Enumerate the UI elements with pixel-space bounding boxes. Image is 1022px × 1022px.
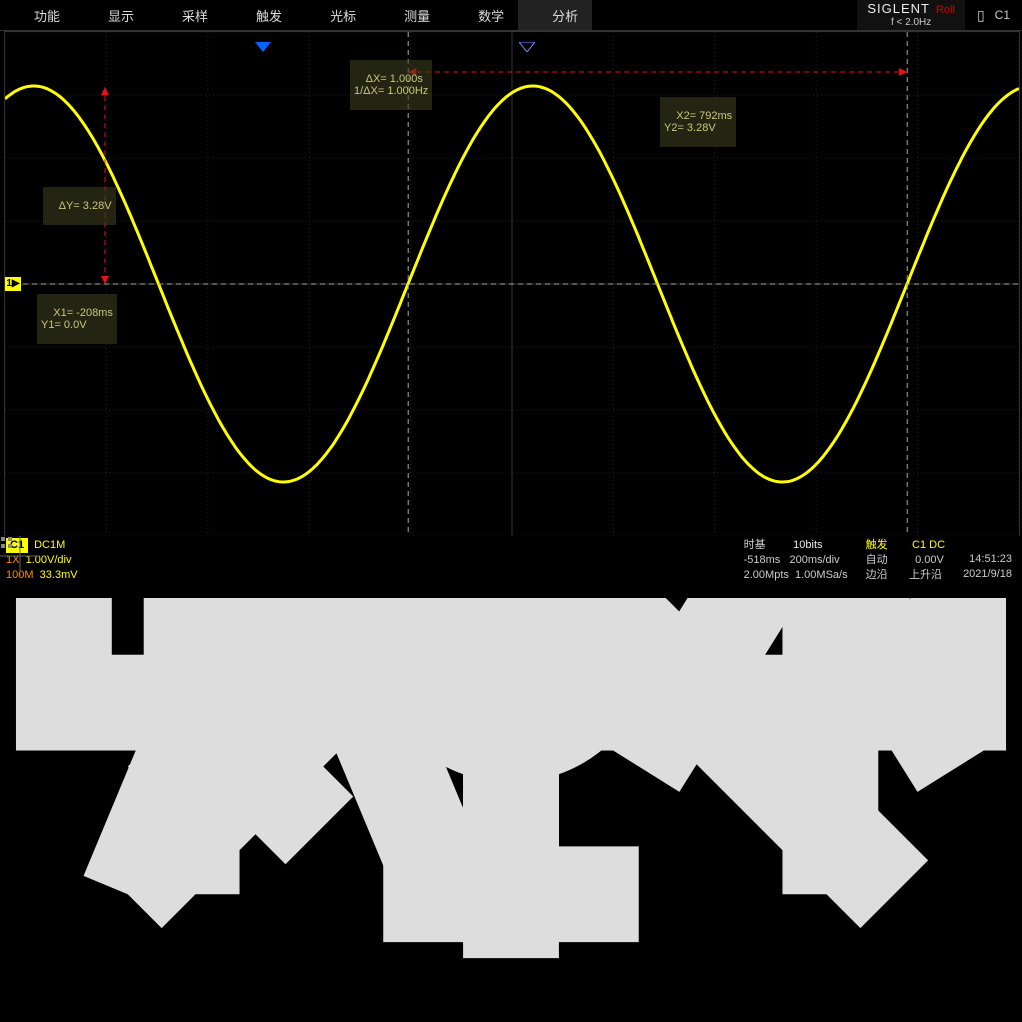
channel-ground-marker[interactable]: 1▶ — [5, 277, 21, 291]
waveform-svg — [5, 32, 1019, 536]
time-per-div: 200ms/div — [789, 554, 839, 566]
bottom-bar: C1DC1M 1X 1.00V/div 100M 33.3mV 时基 10bit… — [0, 536, 1022, 598]
trigger-source: C1 DC — [912, 539, 945, 551]
menu-analyze[interactable]: 分析 — [518, 0, 592, 30]
clock-time: 14:51:23 — [963, 552, 1012, 567]
timebase-title: 时基 — [744, 539, 766, 551]
sample-rate: 1.00MSa/s — [795, 569, 848, 581]
trigger-level: 0.00V — [915, 554, 944, 566]
waveform-display[interactable]: 1▶ ΔX= 1.000s1/ΔX= 1.000Hz X2= 792msY2= … — [4, 31, 1020, 537]
timebase-panel[interactable]: 时基 10bits -518ms 200ms/div 2.00Mpts 1.00… — [744, 538, 848, 583]
clock-date: 2021/9/18 — [963, 567, 1012, 582]
trigger-panel[interactable]: 触发 C1 DC 自动 0.00V 边沿 上升沿 — [866, 538, 945, 583]
adc-res: 10bits — [793, 539, 822, 551]
delta-x-label: ΔX= 1.000s1/ΔX= 1.000Hz — [350, 60, 432, 110]
delta-y-label: ΔY= 3.28V — [43, 187, 116, 225]
time-position: -518ms — [744, 554, 781, 566]
clock-panel: 14:51:23 2021/9/18 — [963, 538, 1012, 582]
memory-depth: 2.00Mpts — [744, 569, 789, 581]
cursor-x1-label: X1= -208msY1= 0.0V — [37, 294, 117, 344]
trigger-type: 边沿 — [866, 569, 888, 581]
channel-offset: 33.3mV — [40, 569, 78, 581]
magnify-icon — [532, 8, 546, 22]
trigger-mode: 自动 — [866, 554, 888, 566]
cursor-x2-label: X2= 792msY2= 3.28V — [660, 97, 736, 147]
trigger-title: 触发 — [866, 539, 888, 551]
grid-icon — [0, 536, 14, 550]
trigger-edge: 上升沿 — [909, 569, 942, 581]
